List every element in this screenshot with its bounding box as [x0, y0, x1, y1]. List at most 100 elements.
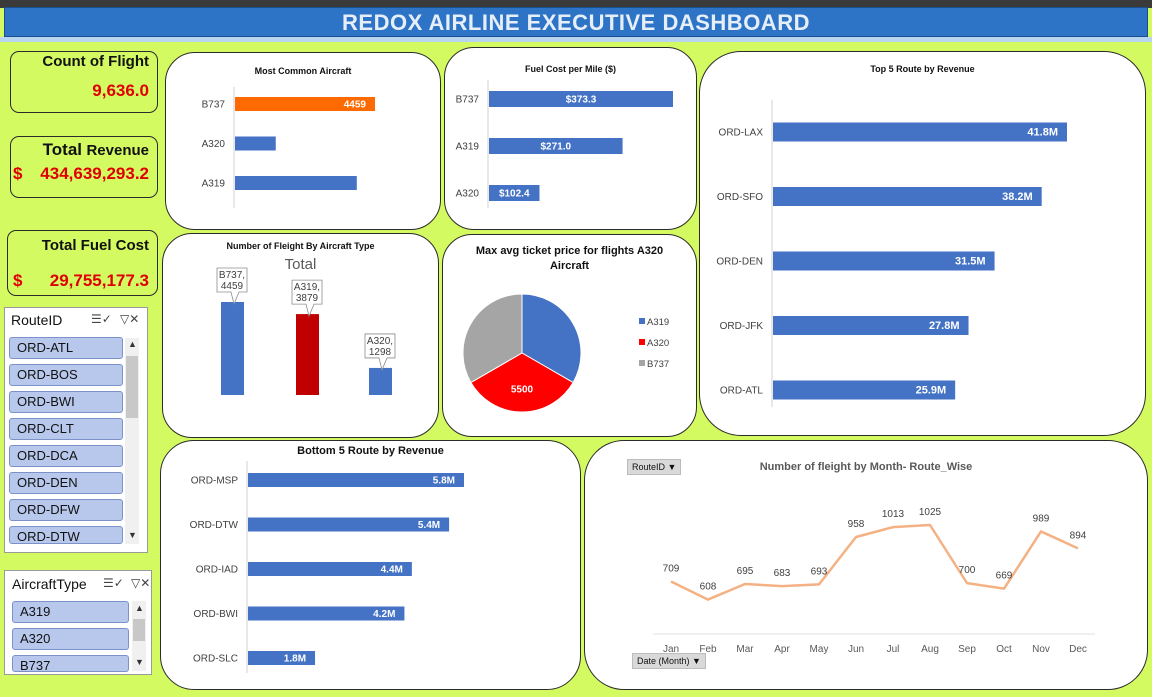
slicer-item-ord-bwi[interactable]: ORD-BWI	[9, 391, 123, 413]
data-label: 695	[737, 566, 754, 577]
tick-label: ORD-JFK	[720, 321, 764, 332]
tick-label: A320	[202, 139, 226, 150]
legend-swatch	[639, 339, 645, 345]
kpi-revenue-label-a: Total	[42, 140, 83, 159]
title-underline	[0, 37, 1152, 42]
data-label: 1025	[919, 507, 942, 518]
kpi-revenue-currency: $	[13, 164, 23, 183]
top-5-routes-card: Top 5 Route by Revenue ORD-LAX 41.8M ORD-S…	[699, 51, 1146, 436]
slicer-item-ord-atl[interactable]: ORD-ATL	[9, 337, 123, 359]
data-label: 958	[848, 519, 865, 530]
multi-select-icon[interactable]: ☰✓	[103, 576, 124, 590]
data-callout-value: 3879	[296, 293, 319, 304]
kpi-revenue-label: Total Revenue	[43, 140, 149, 160]
clear-filter-icon[interactable]: ▽✕	[131, 576, 150, 590]
slicer-item-ord-dca[interactable]: ORD-DCA	[9, 445, 123, 467]
slicer-item-ord-bos[interactable]: ORD-BOS	[9, 364, 123, 386]
scroll-up-icon[interactable]: ▲	[128, 339, 137, 349]
data-callout-name: B737,	[219, 270, 245, 281]
bottom-5-routes-card: Bottom 5 Route by Revenue ORD-MSP 5.8M ORD…	[160, 440, 581, 690]
data-label: 989	[1033, 513, 1050, 524]
legend-label: A319	[647, 317, 669, 328]
top-5-routes-chart: ORD-LAX 41.8M ORD-SFO 38.2M ORD-DEN 31.5M ORD-…	[716, 100, 1067, 407]
tick-label: Apr	[774, 644, 790, 655]
kpi-revenue-label-b: Revenue	[86, 142, 149, 159]
scroll-up-icon[interactable]: ▲	[135, 603, 144, 613]
tick-label: ORD-SFO	[717, 192, 763, 203]
slicer-item-a320[interactable]: A320	[12, 628, 129, 650]
kpi-fuel-value: 29,755,177.3	[49, 271, 149, 290]
kpi-flight-count: Count of Flight 9,636.0	[10, 51, 158, 113]
tick-label: Dec	[1069, 644, 1087, 655]
legend-swatch	[639, 318, 645, 324]
aircraft-slicer-title: AircraftType	[12, 576, 87, 592]
slicer-item-b737[interactable]: B737	[12, 655, 129, 672]
slicer-item-ord-clt[interactable]: ORD-CLT	[9, 418, 123, 440]
kpi-flight-count-label: Count of Flight	[42, 53, 149, 70]
tick-label: Jul	[887, 644, 900, 655]
legend-label: B737	[647, 359, 669, 370]
legend-label: A320	[647, 338, 669, 349]
data-label: $373.3	[566, 95, 597, 106]
multi-select-icon[interactable]: ☰✓	[91, 312, 112, 326]
slicer-item-ord-dtw[interactable]: ORD-DTW	[9, 526, 123, 544]
kpi-fuel-currency: $	[13, 271, 23, 290]
data-label: 700	[959, 565, 976, 576]
tick-label: Mar	[736, 644, 754, 655]
tick-label: Jan	[663, 644, 679, 655]
data-label: 5.8M	[433, 476, 455, 487]
data-label: 709	[663, 564, 680, 575]
flights-by-aircraft-type-card: Number of Fleight By Aircraft Type Total…	[162, 233, 439, 438]
tick-label: ORD-DTW	[190, 520, 239, 531]
data-label: 669	[996, 571, 1013, 582]
column-b737	[221, 302, 244, 395]
data-label: 25.9M	[916, 385, 947, 397]
tick-label: ORD-DEN	[716, 257, 763, 268]
data-label: 38.2M	[1002, 191, 1033, 203]
tick-label: ORD-MSP	[191, 476, 239, 487]
data-label: $102.4	[499, 189, 530, 200]
data-label: 4459	[344, 100, 367, 111]
tick-label: Jun	[848, 644, 864, 655]
bar-a319	[235, 176, 357, 190]
data-callout-name: A320,	[367, 336, 393, 347]
pie-data-label: 5500	[511, 384, 534, 395]
tick-label: ORD-LAX	[719, 128, 764, 139]
kpi-flight-count-value: 9,636.0	[92, 81, 149, 100]
scroll-down-icon[interactable]: ▼	[135, 657, 144, 667]
line-series	[670, 523, 1079, 601]
tick-label: Oct	[996, 644, 1012, 655]
tick-label: Sep	[958, 644, 976, 655]
monthly-flights-line-chart: 709 Jan 608 Feb 695 Mar 683 Apr 693 May 958 Jun 1013…	[653, 507, 1095, 655]
data-label: 41.8M	[1027, 127, 1058, 139]
clear-filter-icon[interactable]: ▽✕	[120, 312, 139, 326]
legend-swatch	[639, 360, 645, 366]
route-slicer-scroll-thumb[interactable]	[126, 356, 138, 418]
tick-label: Aug	[921, 644, 939, 655]
scroll-down-icon[interactable]: ▼	[128, 530, 137, 540]
kpi-total-fuel-cost: Total Fuel Cost $ 29,755,177.3	[7, 230, 158, 296]
tick-label: ORD-SLC	[193, 654, 238, 665]
slicer-item-a319[interactable]: A319	[12, 601, 129, 623]
column-a320	[369, 367, 392, 395]
route-slicer-title: RouteID	[11, 312, 63, 328]
bar-ord-lax	[773, 122, 1067, 142]
data-label: 608	[700, 582, 717, 593]
bar-ord-msp	[248, 473, 464, 487]
bar-a320	[235, 136, 276, 151]
most-common-aircraft-card: Most Common Aircraft B737 4459 A320 A319	[165, 52, 441, 230]
data-label: 31.5M	[955, 256, 986, 268]
tick-label: May	[810, 644, 829, 655]
slicer-item-ord-dfw[interactable]: ORD-DFW	[9, 499, 123, 521]
max-ticket-price-card: Max avg ticket price for flights A320 Ai…	[442, 234, 697, 437]
most-common-aircraft-chart: B737 4459 A320 A319	[202, 87, 375, 208]
data-label: 1013	[882, 509, 905, 520]
tick-label: A319	[456, 142, 480, 153]
tick-label: B737	[456, 95, 480, 106]
kpi-revenue-value: 434,639,293.2	[40, 164, 149, 183]
tick-label: A319	[202, 179, 226, 190]
tick-label: A320	[456, 189, 480, 200]
aircraft-slicer-scroll-thumb[interactable]	[133, 619, 145, 641]
slicer-item-ord-den[interactable]: ORD-DEN	[9, 472, 123, 494]
dashboard-title: REDOX AIRLINE EXECUTIVE DASHBOARD	[4, 7, 1148, 37]
